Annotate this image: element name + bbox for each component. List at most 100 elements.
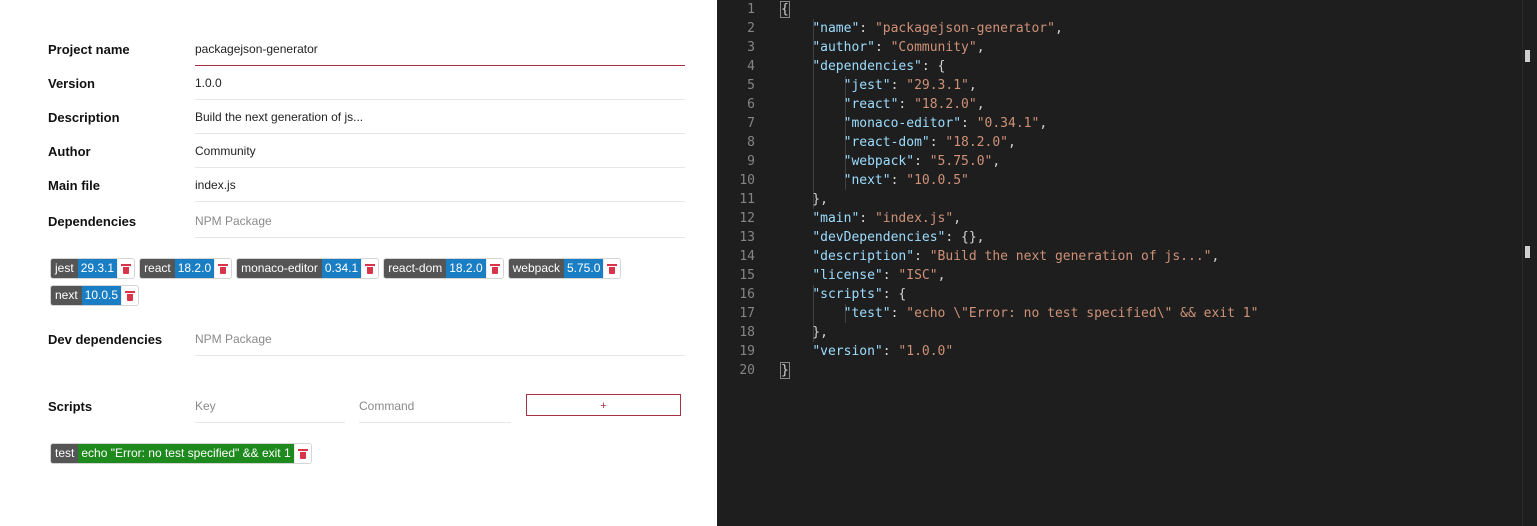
line-number: 4 [747, 59, 755, 74]
code-line: 7 "monaco-editor": "0.34.1", [717, 114, 1517, 133]
dependency-tag-version: 18.2.0 [174, 259, 215, 278]
dependencies-label: Dependencies [48, 213, 137, 229]
trash-icon [297, 448, 308, 459]
dependencies-row: Dependencies [48, 204, 685, 238]
line-number: 17 [739, 306, 755, 321]
line-number: 2 [747, 21, 755, 36]
code-line: 16 "scripts": { [717, 285, 1517, 304]
scripts-row: Scripts + [48, 389, 685, 423]
description-row: Description [48, 100, 685, 134]
dependency-tag: next 10.0.5 [50, 285, 140, 306]
script-tag-name: test [51, 444, 79, 463]
author-input[interactable] [195, 134, 685, 168]
remove-script-button[interactable] [293, 444, 311, 463]
line-number: 19 [739, 344, 755, 359]
dev-dependencies-row: Dev dependencies [48, 322, 685, 356]
code-line: 9 "webpack": "5.75.0", [717, 152, 1517, 171]
code-line: 11 }, [717, 190, 1517, 209]
code-text: "name": "packagejson-generator", [812, 21, 1063, 36]
code-text: "description": "Build the next generatio… [812, 249, 1220, 264]
code-text: } [780, 362, 790, 379]
trash-icon [607, 263, 618, 274]
code-line: 15 "license": "ISC", [717, 266, 1517, 285]
json-editor[interactable]: 1{2 "name": "packagejson-generator", 3 "a… [717, 0, 1537, 526]
author-label: Author [48, 143, 91, 159]
version-label: Version [48, 75, 95, 91]
dependency-tag: webpack 5.75.0 [507, 258, 622, 279]
line-number: 16 [739, 287, 755, 302]
code-line: 13 "devDependencies": {}, [717, 228, 1517, 247]
line-number: 10 [739, 173, 755, 188]
code-text: "license": "ISC", [812, 268, 946, 283]
dev-dependencies-label: Dev dependencies [48, 331, 163, 347]
line-number: 1 [747, 2, 755, 17]
line-number: 18 [739, 325, 755, 340]
code-text: "next": "10.0.5" [843, 173, 969, 188]
line-number: 7 [747, 116, 755, 131]
project-name-label: Project name [48, 41, 130, 57]
dependency-tag-version: 0.34.1 [321, 259, 362, 278]
scripts-label: Scripts [48, 398, 93, 414]
code-text: "webpack": "5.75.0", [843, 154, 1001, 169]
code-line: 17 "test": "echo \"Error: no test specif… [717, 304, 1517, 323]
dev-dependencies-input[interactable] [195, 322, 685, 356]
add-script-button[interactable]: + [526, 394, 681, 416]
code-text: "dependencies": { [812, 59, 946, 74]
trash-icon [121, 263, 132, 274]
code-text: }, [781, 325, 828, 340]
dependency-tag-name: webpack [508, 259, 564, 278]
main-file-input[interactable] [195, 168, 685, 202]
line-number: 3 [747, 40, 755, 55]
dependency-tag-name: next [51, 286, 82, 305]
code-text: "version": "1.0.0" [812, 344, 954, 359]
line-number: 14 [739, 249, 755, 264]
dependencies-input[interactable] [195, 204, 685, 238]
code-line: 5 "jest": "29.3.1", [717, 76, 1517, 95]
dependency-tag-list: jest 29.3.1 react 18.2.0 monaco-editor 0.34… [50, 258, 670, 312]
remove-dependency-button[interactable] [214, 259, 232, 278]
scrollbar-marker [1525, 50, 1530, 62]
code-line: 3 "author": "Community", [717, 38, 1517, 57]
remove-dependency-button[interactable] [121, 286, 139, 305]
trash-icon [489, 263, 500, 274]
trash-icon [125, 290, 136, 301]
dependency-tag: monaco-editor 0.34.1 [236, 258, 380, 279]
code-line: 20} [717, 361, 1517, 380]
code-line: 4 "dependencies": { [717, 57, 1517, 76]
script-command-input[interactable] [359, 389, 511, 423]
version-input[interactable] [195, 66, 685, 100]
code-text: "react": "18.2.0", [843, 97, 985, 112]
editor-scrollbar[interactable] [1522, 0, 1537, 526]
script-tag-command: echo "Error: no test specified" && exit … [78, 444, 294, 463]
remove-dependency-button[interactable] [361, 259, 379, 278]
dependency-tag: react-dom 18.2.0 [383, 258, 504, 279]
line-number: 9 [747, 154, 755, 169]
code-line: 18 }, [717, 323, 1517, 342]
trash-icon [218, 263, 229, 274]
line-number: 5 [747, 78, 755, 93]
dependency-tag-name: jest [51, 259, 78, 278]
code-text: "main": "index.js", [812, 211, 962, 226]
remove-dependency-button[interactable] [117, 259, 135, 278]
dependency-tag-version: 18.2.0 [446, 259, 486, 278]
code-text: "author": "Community", [812, 40, 985, 55]
dependency-tag-name: react-dom [384, 259, 447, 278]
code-line: 8 "react-dom": "18.2.0", [717, 133, 1517, 152]
code-line: 14 "description": "Build the next genera… [717, 247, 1517, 266]
code-text: "react-dom": "18.2.0", [843, 135, 1016, 150]
line-number: 11 [739, 192, 755, 207]
line-number: 6 [747, 97, 755, 112]
line-number: 8 [747, 135, 755, 150]
project-name-input[interactable] [195, 32, 685, 66]
code-text: "jest": "29.3.1", [843, 78, 977, 93]
script-key-input[interactable] [195, 389, 345, 423]
dependency-tag-version: 5.75.0 [564, 259, 604, 278]
script-tag: test echo "Error: no test specified" && e… [50, 443, 312, 464]
code-text: "monaco-editor": "0.34.1", [843, 116, 1048, 131]
code-text: "test": "echo \"Error: no test specified… [843, 306, 1259, 321]
line-number: 13 [739, 230, 755, 245]
remove-dependency-button[interactable] [485, 259, 503, 278]
description-input[interactable] [195, 100, 685, 134]
code-text: "scripts": { [812, 287, 907, 302]
remove-dependency-button[interactable] [603, 259, 621, 278]
